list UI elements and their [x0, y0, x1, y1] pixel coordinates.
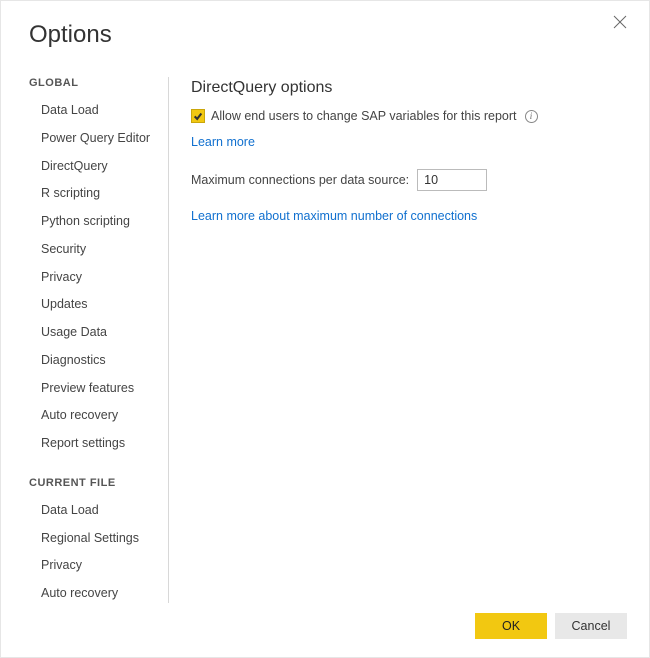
dialog-title: Options [29, 21, 627, 49]
sidebar-item-diagnostics[interactable]: Diagnostics [29, 347, 160, 374]
dialog-footer: OK Cancel [29, 603, 627, 639]
sidebar-item-privacy[interactable]: Privacy [29, 552, 160, 579]
sidebar-item-usage-data[interactable]: Usage Data [29, 319, 160, 346]
sidebar-item-auto-recovery[interactable]: Auto recovery [29, 580, 160, 603]
panel-heading: DirectQuery options [191, 79, 627, 97]
allow-sap-variables-checkbox[interactable] [191, 109, 205, 123]
sidebar-item-data-load[interactable]: Data Load [29, 497, 160, 524]
sidebar-item-updates[interactable]: Updates [29, 291, 160, 318]
max-connections-row: Maximum connections per data source: [191, 169, 627, 191]
close-icon [613, 15, 627, 29]
learn-more-connections-link[interactable]: Learn more about maximum number of conne… [191, 209, 477, 223]
sidebar-header-global: GLOBAL [29, 77, 160, 89]
sidebar-item-report-settings[interactable]: Report settings [29, 430, 160, 457]
allow-sap-variables-label: Allow end users to change SAP variables … [211, 109, 517, 123]
sidebar: GLOBAL Data LoadPower Query EditorDirect… [29, 77, 169, 603]
sidebar-header-current-file: CURRENT FILE [29, 477, 160, 489]
sidebar-item-privacy[interactable]: Privacy [29, 264, 160, 291]
max-connections-input[interactable] [417, 169, 487, 191]
info-icon[interactable]: i [525, 110, 538, 123]
sidebar-item-regional-settings[interactable]: Regional Settings [29, 525, 160, 552]
main-panel: DirectQuery options Allow end users to c… [169, 77, 627, 603]
learn-more-link[interactable]: Learn more [191, 135, 255, 149]
check-icon [193, 111, 203, 121]
sidebar-item-auto-recovery[interactable]: Auto recovery [29, 402, 160, 429]
options-dialog: Options GLOBAL Data LoadPower Query Edit… [0, 0, 650, 658]
sidebar-item-power-query-editor[interactable]: Power Query Editor [29, 125, 160, 152]
dialog-body: GLOBAL Data LoadPower Query EditorDirect… [29, 77, 627, 603]
sidebar-item-directquery[interactable]: DirectQuery [29, 153, 160, 180]
close-button[interactable] [613, 15, 631, 33]
allow-sap-variables-row: Allow end users to change SAP variables … [191, 109, 627, 123]
sidebar-item-data-load[interactable]: Data Load [29, 97, 160, 124]
sidebar-item-python-scripting[interactable]: Python scripting [29, 208, 160, 235]
sidebar-item-security[interactable]: Security [29, 236, 160, 263]
sidebar-item-preview-features[interactable]: Preview features [29, 375, 160, 402]
cancel-button[interactable]: Cancel [555, 613, 627, 639]
ok-button[interactable]: OK [475, 613, 547, 639]
max-connections-label: Maximum connections per data source: [191, 173, 409, 187]
sidebar-item-r-scripting[interactable]: R scripting [29, 180, 160, 207]
